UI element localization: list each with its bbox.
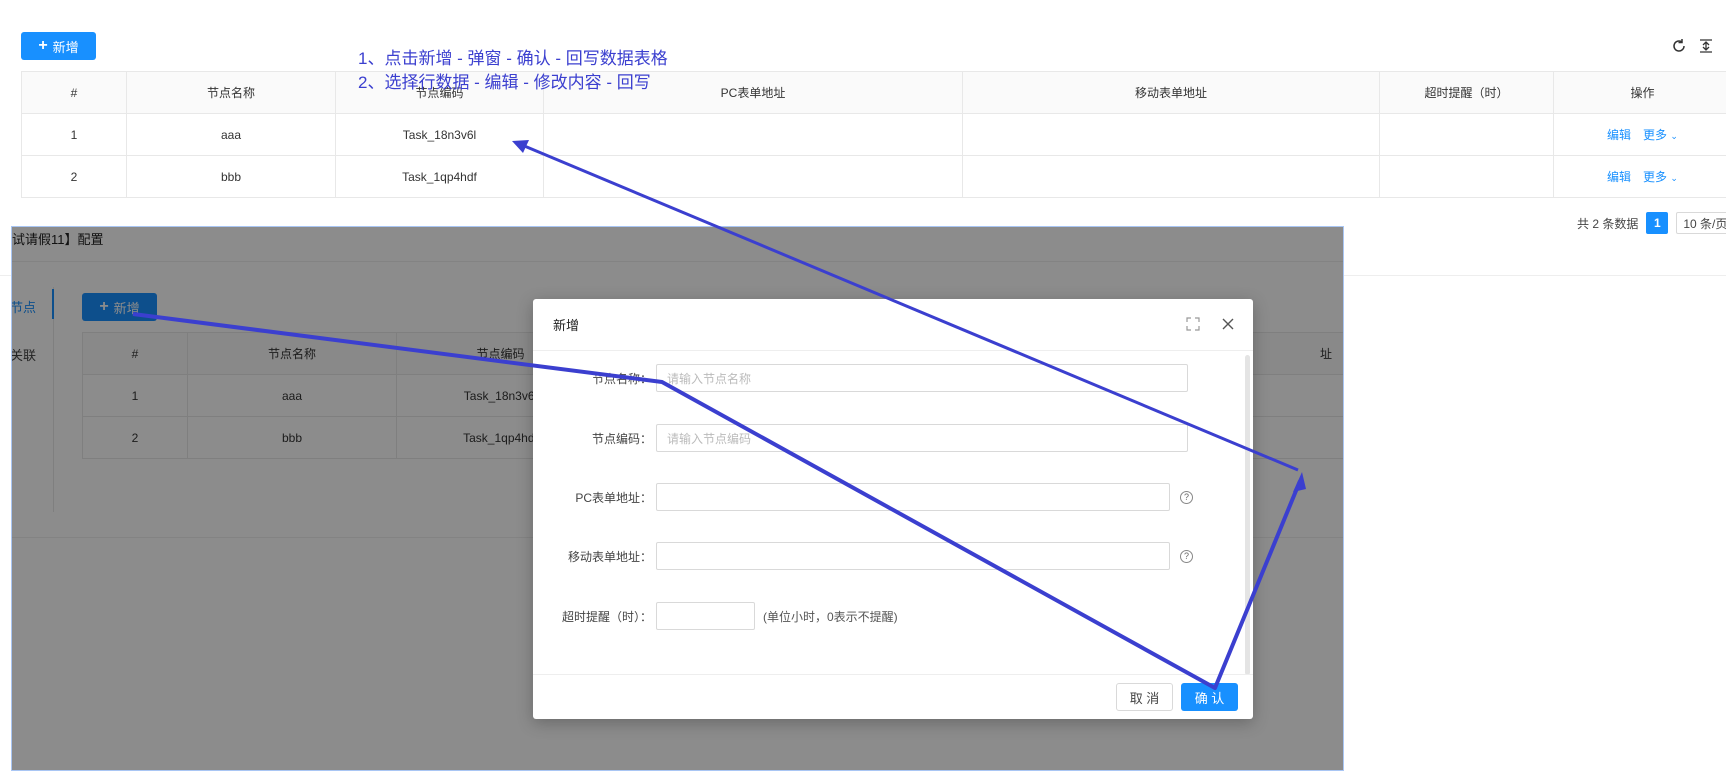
modal-header: 新增 [533,299,1253,351]
add-button[interactable]: + 新增 [21,32,96,60]
node-code-label: 节点编码： [591,431,652,446]
help-icon[interactable]: ? [1180,549,1193,563]
cell-actions: 编辑 更多 ⌄ [1553,155,1726,198]
cell-actions: 编辑 更多 ⌄ [1553,113,1726,156]
cell-code: Task_1qp4hdf [335,155,544,198]
timeout-hint: (单位小时，0表示不提醒) [763,609,898,624]
timeout-label: 超时提醒（时）： [561,609,652,624]
modal-footer: 取 消 确 认 [533,674,1253,719]
node-code-input[interactable]: 请输入节点编码 [656,424,1188,452]
column-height-icon[interactable] [1698,38,1714,54]
header-actions: 操作 [1553,71,1726,114]
modal-scrollbar[interactable] [1245,355,1250,675]
header-index: # [21,71,127,114]
cell-pc [543,113,963,156]
cell-pc [543,155,963,198]
close-icon[interactable] [1221,317,1235,331]
page-1-button[interactable]: 1 [1646,212,1669,234]
chevron-down-icon: ⌄ [1670,131,1678,141]
more-label: 更多 [1643,128,1668,142]
node-name-label: 节点名称： [591,371,652,386]
header-timeout: 超时提醒（时） [1379,71,1554,114]
edit-link[interactable]: 编辑 [1607,128,1631,142]
form-row-timeout: 超时提醒（时）： (单位小时，0表示不提醒) [533,602,898,630]
node-table: # 节点名称 节点编码 PC表单地址 移动表单地址 超时提醒（时） 操作 1 a… [21,71,1726,198]
header-node-name: 节点名称 [126,71,336,114]
annotation-line-1: 1、点击新增 - 弹窗 - 确认 - 回写数据表格 [358,49,668,68]
pc-form-url-input[interactable] [656,483,1170,511]
table-row[interactable]: 2 bbb Task_1qp4hdf 编辑 更多 ⌄ [21,155,1726,198]
confirm-button[interactable]: 确 认 [1181,683,1238,711]
form-row-code: 节点编码： 请输入节点编码 [533,424,1188,452]
help-icon[interactable]: ? [1180,490,1193,504]
add-button-label: 新增 [52,39,79,55]
plus-icon: + [38,37,48,54]
more-label: 更多 [1643,170,1668,184]
more-link[interactable]: 更多 ⌄ [1643,128,1678,142]
pc-form-url-label: PC表单地址： [575,490,652,505]
add-node-modal: 新增 节点名称： 请输入节点名称 节点编码： 请输入节点编码 PC表单地址： ?… [533,299,1253,719]
node-name-input[interactable]: 请输入节点名称 [656,364,1188,392]
cell-mobile [962,155,1380,198]
cell-name: bbb [126,155,336,198]
table-header-row: # 节点名称 节点编码 PC表单地址 移动表单地址 超时提醒（时） 操作 [21,71,1726,114]
cell-index: 1 [21,113,127,156]
header-mobile-form-url: 移动表单地址 [962,71,1380,114]
modal-title: 新增 [553,318,580,333]
more-link[interactable]: 更多 ⌄ [1643,170,1678,184]
total-count: 共 2 条数据 [1577,216,1639,231]
form-row-pc-url: PC表单地址： ? [533,483,1193,511]
edit-link[interactable]: 编辑 [1607,170,1631,184]
cell-code: Task_18n3v6l [335,113,544,156]
cell-timeout [1379,155,1554,198]
table-row[interactable]: 1 aaa Task_18n3v6l 编辑 更多 ⌄ [21,113,1726,156]
timeout-input[interactable] [656,602,755,630]
cell-index: 2 [21,155,127,198]
form-row-name: 节点名称： 请输入节点名称 [533,364,1188,392]
form-row-mobile-url: 移动表单地址： ? [533,542,1193,570]
mobile-form-url-label: 移动表单地址： [567,549,652,564]
fullscreen-icon[interactable] [1186,317,1200,331]
cell-mobile [962,113,1380,156]
refresh-icon[interactable] [1671,38,1687,54]
page-size-select[interactable]: 10 条/页 [1676,212,1726,234]
cell-timeout [1379,113,1554,156]
cell-name: aaa [126,113,336,156]
pagination: 共 2 条数据 1 10 条/页 [1577,212,1726,234]
mobile-form-url-input[interactable] [656,542,1170,570]
chevron-down-icon: ⌄ [1670,173,1678,183]
annotation-line-2: 2、选择行数据 - 编辑 - 修改内容 - 回写 [358,73,651,92]
cancel-button[interactable]: 取 消 [1116,683,1173,711]
